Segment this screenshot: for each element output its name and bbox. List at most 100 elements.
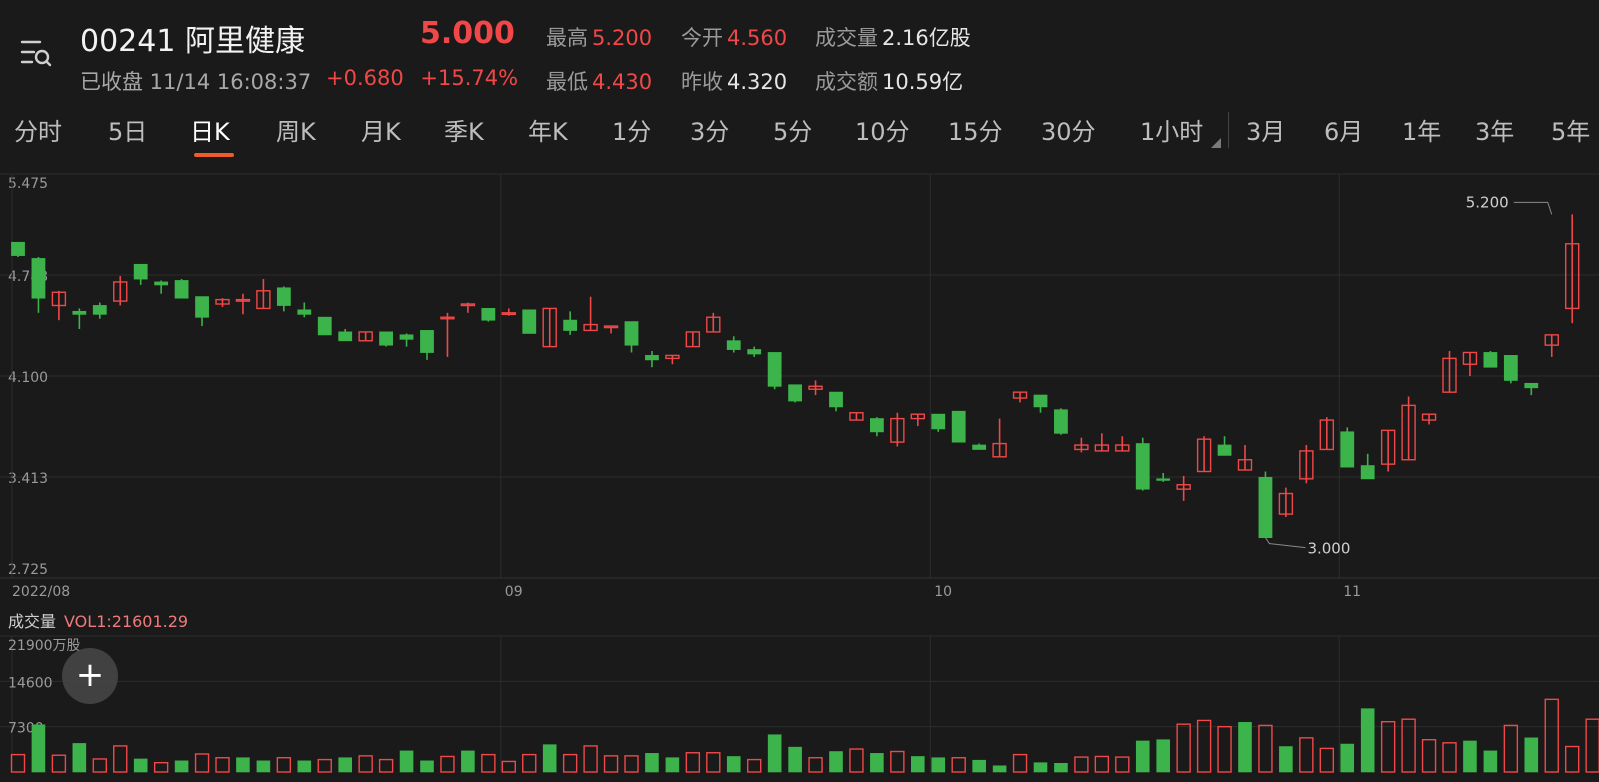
stat-low: 最低 4.430 <box>546 66 652 96</box>
tab-5day[interactable]: 5日 <box>108 112 147 147</box>
candle-body <box>1033 394 1048 408</box>
tab-monthly-k[interactable]: 月K <box>361 112 401 147</box>
price-tick-label: 2.725 <box>8 562 48 578</box>
tab-yearly-k[interactable]: 年K <box>528 112 568 147</box>
tab-30min[interactable]: 30分 <box>1041 112 1096 147</box>
candle-body <box>1483 352 1498 368</box>
volume-bar <box>1258 724 1273 773</box>
volume-bar <box>951 757 966 773</box>
tab-daily-k[interactable]: 日K <box>190 112 230 147</box>
volume-bar <box>706 752 721 773</box>
stat-turnover-label: 成交额 <box>815 70 878 94</box>
tab-1year[interactable]: 1年 <box>1402 112 1441 147</box>
candle-body <box>1503 355 1518 381</box>
volume-bar <box>10 753 26 773</box>
tab-1hour[interactable]: 1小时 <box>1140 112 1203 147</box>
tab-3month[interactable]: 3月 <box>1246 112 1285 147</box>
volume-bar <box>358 755 373 773</box>
candle-body <box>767 352 782 387</box>
volume-bar <box>1033 762 1048 773</box>
stat-open-value: 4.560 <box>727 26 788 50</box>
volume-bar <box>51 754 67 773</box>
candle-body <box>317 316 332 336</box>
volume-bar <box>1524 737 1539 773</box>
volume-bar <box>1421 739 1437 773</box>
stat-high: 最高 5.200 <box>546 22 652 52</box>
volume-bar <box>1340 743 1355 773</box>
volume-bar <box>685 752 701 773</box>
volume-bar <box>624 755 639 773</box>
volume-tick-label: 14600 <box>8 675 53 691</box>
candle-body <box>1135 443 1150 490</box>
kline-chart[interactable]: 5.4754.7884.1003.4132.7252022/08 09 10 1121… <box>0 158 1599 782</box>
tab-weekly-k[interactable]: 周K <box>276 112 316 147</box>
volume-bar <box>1074 756 1089 773</box>
candle-body <box>788 384 802 402</box>
change-abs: +0.680 <box>326 66 404 90</box>
plus-icon[interactable]: + <box>62 648 118 704</box>
candle-body <box>154 281 169 286</box>
volume-bar <box>808 757 823 773</box>
tab-6month[interactable]: 6月 <box>1324 112 1363 147</box>
stat-prev-close: 昨收 4.320 <box>681 66 787 96</box>
volume-bar <box>972 759 986 773</box>
candle-body <box>972 444 987 450</box>
volume-bar <box>992 765 1007 773</box>
tab-5year[interactable]: 5年 <box>1551 112 1590 147</box>
x-axis-label: 09 <box>505 584 523 600</box>
volume-bar <box>297 760 312 773</box>
volume-bar <box>1012 753 1028 773</box>
volume-bar <box>890 750 905 773</box>
stat-prev-close-label: 昨收 <box>681 70 723 94</box>
tab-quarterly-k[interactable]: 季K <box>444 112 484 147</box>
volume-bar <box>1299 737 1314 773</box>
candle-body <box>829 391 843 408</box>
volume-bar <box>747 758 762 773</box>
candle-body <box>563 319 578 331</box>
volume-bar <box>256 760 271 773</box>
volume-bar <box>562 753 578 773</box>
stat-volume: 成交量 2.16亿股 <box>815 22 971 52</box>
volume-bar <box>910 756 925 773</box>
x-axis-label: 2022/08 <box>12 584 70 600</box>
volume-bar <box>1483 750 1498 773</box>
tab-intraday[interactable]: 分时 <box>14 112 62 147</box>
stat-high-label: 最高 <box>546 26 588 50</box>
tab-3min[interactable]: 3分 <box>690 112 729 147</box>
volume-bar <box>1463 740 1477 773</box>
candle-body <box>1156 478 1171 481</box>
stat-high-value: 5.200 <box>592 26 653 50</box>
candle-body <box>645 355 659 361</box>
volume-bar <box>1196 719 1212 773</box>
volume-bar <box>215 757 230 773</box>
candle-body <box>870 418 884 433</box>
candle-body <box>951 410 966 443</box>
tab-1min[interactable]: 1分 <box>612 112 651 147</box>
candle-body <box>726 340 741 350</box>
low-annotation-leader <box>1265 537 1306 549</box>
high-annotation: 5.200 <box>1466 193 1509 211</box>
more-periods-indicator[interactable] <box>1211 138 1221 148</box>
volume-bar <box>603 755 619 773</box>
volume-bar <box>1442 742 1457 773</box>
volume-bar <box>1176 723 1191 773</box>
candle-body <box>11 241 25 256</box>
volume-bar <box>1279 746 1293 773</box>
volume-bar <box>1319 747 1335 773</box>
volume-bar <box>1094 755 1110 773</box>
volume-bar <box>317 758 332 773</box>
volume-bar <box>645 753 659 773</box>
stat-volume-value: 2.16亿股 <box>882 26 971 50</box>
last-price: 5.000 <box>420 16 515 51</box>
stat-open: 今开 4.560 <box>681 22 787 52</box>
volume-bar <box>501 760 516 773</box>
tab-3year[interactable]: 3年 <box>1475 112 1514 147</box>
tab-15min[interactable]: 15分 <box>948 112 1003 147</box>
candle-body <box>420 330 434 353</box>
tab-5min[interactable]: 5分 <box>773 112 812 147</box>
volume-bar <box>1238 722 1252 773</box>
menu-search-icon[interactable] <box>18 38 54 70</box>
volume-bar <box>522 753 537 773</box>
volume-bar <box>378 758 394 773</box>
tab-10min[interactable]: 10分 <box>855 112 910 147</box>
